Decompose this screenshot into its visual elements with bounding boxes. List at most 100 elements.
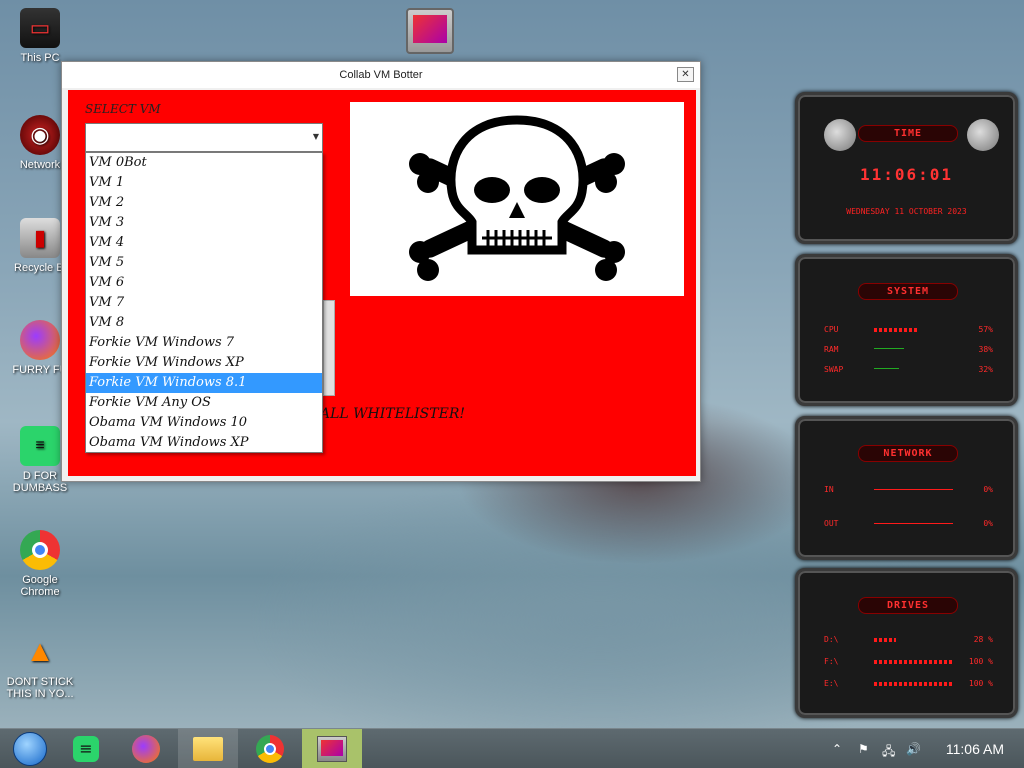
flag-icon[interactable]: ⚑ [858,742,869,756]
close-icon: ✕ [681,69,690,80]
swap-label: SWAP [824,365,844,374]
dropdown-option[interactable]: VM 2 [86,193,322,213]
vm-dropdown-list[interactable]: VM 0Bot VM 1 VM 2 VM 3 VM 4 VM 5 VM 6 VM… [85,152,323,453]
taskbar-file-explorer[interactable] [178,729,238,768]
drive-e-label: E:\ [824,679,839,688]
collab-vm-botter-icon [317,736,347,762]
drive-e-bar [874,681,953,686]
drive-e-row: E:\ 100 % [824,679,993,688]
cpu-row: CPU 57% [824,325,993,334]
dropdown-option[interactable]: VM 4 [86,233,322,253]
time-widget-title: TIME [858,125,958,142]
swap-bar [874,367,953,372]
green-chat-icon: ≡ [73,736,99,762]
swap-value: 32% [978,365,993,374]
taskbar: ≡ ⌃ ⚑ 🖧 🔊 11:06 AM [0,728,1024,768]
dropdown-option[interactable]: VM 5 [86,253,322,273]
vm-select-combobox[interactable]: ▼ [85,123,323,152]
taskbar-chrome[interactable] [240,729,300,768]
monitor-icon: ▭ [20,8,60,48]
firefox-icon [132,735,160,763]
taskbar-clock[interactable]: 11:06 AM [946,741,1004,757]
desktop-shortcut-this-pc[interactable]: ▭ This PC [4,8,76,64]
drive-f-row: F:\ 100 % [824,657,993,666]
chrome-icon [256,735,284,763]
skull-image [350,102,684,296]
window-client-area: SELECT VM ▼ VM 0Bot VM 1 VM 2 VM 3 VM 4 … [68,90,696,476]
network-out-value: 0% [983,519,993,528]
start-orb-icon [13,732,47,766]
desktop-icon-label: Google Chrome [20,574,60,598]
dropdown-option[interactable]: Forkie VM Windows XP [86,353,322,373]
ram-bar [874,347,953,352]
network-in-row: IN 0% [824,485,993,494]
green-chat-icon: ≡ [20,426,60,466]
dropdown-option[interactable]: VM 0Bot [86,153,322,173]
whitelister-text: ALL WHITELISTER! [320,406,465,422]
alien-head-icon [967,119,999,151]
network-in-value: 0% [983,485,993,494]
ram-value: 38% [978,345,993,354]
drive-d-row: D:\ 28 % [824,635,993,644]
dropdown-option[interactable]: VM 8 [86,313,322,333]
chevron-down-icon[interactable]: ▼ [313,132,319,141]
cpu-value: 57% [978,325,993,334]
window-titlebar[interactable]: Collab VM Botter ✕ [62,62,700,88]
drive-e-value: 100 % [968,679,993,688]
chevron-up-icon[interactable]: ⌃ [832,742,842,756]
system-widget-title: SYSTEM [858,283,958,300]
network-in-graph [874,489,953,490]
collab-vm-botter-desktop-icon[interactable] [406,8,454,54]
vlc-icon: ▲ [25,635,55,668]
recycle-bin-icon: ▮ [20,218,60,258]
network-out-label: OUT [824,519,839,528]
drive-f-bar [874,659,953,664]
alien-head-icon [824,119,856,151]
volume-icon[interactable]: 🔊 [906,742,921,756]
dropdown-option-selected[interactable]: Forkie VM Windows 8.1 [86,373,322,393]
cpu-bar [874,327,953,332]
hidden-button[interactable] [323,300,335,396]
cpu-label: CPU [824,325,839,334]
network-widget-title: NETWORK [858,445,958,462]
dropdown-option[interactable]: VM 3 [86,213,322,233]
taskbar-collab-vm-botter[interactable] [302,729,362,768]
taskbar-green-chat[interactable]: ≡ [56,729,116,768]
chrome-icon [20,530,60,570]
network-in-label: IN [824,485,834,494]
skull-and-crossbones-icon [409,115,625,281]
network-out-row: OUT 0% [824,519,993,528]
desktop-icon-label: DONT STICK THIS IN YO... [6,676,74,700]
dropdown-option[interactable]: Forkie VM Any OS [86,393,322,413]
drive-f-label: F:\ [824,657,839,666]
file-explorer-icon [193,737,223,761]
network-icon: ◉ [20,115,60,155]
drive-f-value: 100 % [968,657,993,666]
time-widget: TIME 11:06:01 WEDNESDAY 11 OCTOBER 2023 [795,92,1018,244]
time-clock: 11:06:01 [859,165,954,184]
dropdown-option[interactable]: Forkie VM Windows 7 [86,333,322,353]
dropdown-option[interactable]: VM 1 [86,173,322,193]
firefox-icon [20,320,60,360]
start-button[interactable] [0,729,60,768]
drive-d-bar [874,637,953,642]
drive-d-label: D:\ [824,635,839,644]
desktop-shortcut-vlc[interactable]: ▲ DONT STICK THIS IN YO... [4,632,76,700]
dropdown-option[interactable]: VM 6 [86,273,322,293]
close-button[interactable]: ✕ [677,67,694,82]
network-widget: NETWORK IN 0% OUT 0% [795,416,1018,560]
collab-vm-botter-window: Collab VM Botter ✕ SELECT VM ▼ VM 0Bot V… [61,61,701,482]
dropdown-option[interactable]: Obama VM Windows XP [86,433,322,453]
window-title: Collab VM Botter [339,69,423,81]
dropdown-option[interactable]: VM 7 [86,293,322,313]
ram-row: RAM 38% [824,345,993,354]
select-vm-label: SELECT VM [85,102,161,116]
time-date: WEDNESDAY 11 OCTOBER 2023 [846,207,967,216]
dropdown-option[interactable]: Obama VM Windows 10 [86,413,322,433]
system-widget: SYSTEM CPU 57% RAM 38% SWAP 32% [795,254,1018,406]
drive-d-value: 28 % [973,635,993,644]
drives-widget-title: DRIVES [858,597,958,614]
network-icon[interactable]: 🖧 [882,742,895,763]
desktop-shortcut-chrome[interactable]: Google Chrome [4,530,76,598]
taskbar-firefox[interactable] [116,729,176,768]
